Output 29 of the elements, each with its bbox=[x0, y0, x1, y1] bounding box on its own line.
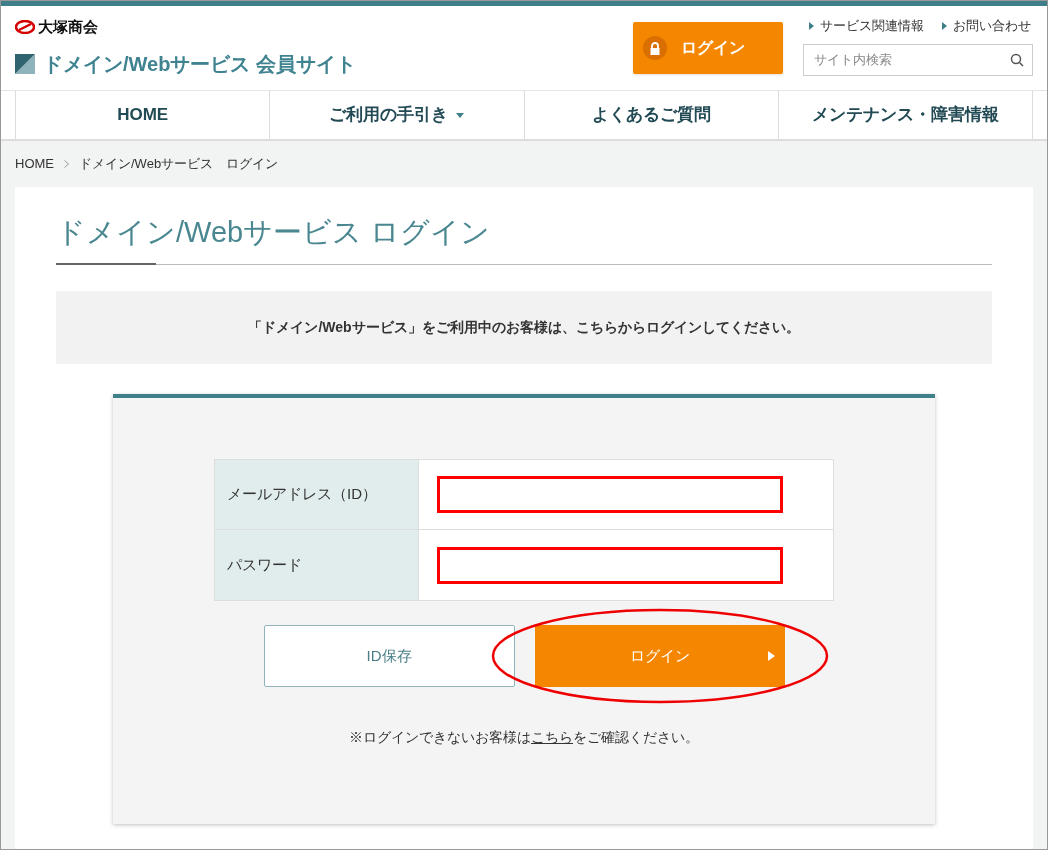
triangle-icon bbox=[942, 21, 947, 30]
search-icon[interactable] bbox=[1010, 52, 1024, 67]
field-label: メールアドレス（ID） bbox=[215, 460, 419, 529]
field-label: パスワード bbox=[215, 530, 419, 600]
play-icon bbox=[767, 651, 775, 661]
nav-item[interactable]: メンテナンス・障害情報 bbox=[777, 91, 1033, 139]
site-title: ドメイン/Webサービス 会員サイト bbox=[43, 51, 356, 77]
nav-item[interactable]: よくあるご質問 bbox=[523, 91, 778, 139]
help-note: ※ログインできないお客様は こちら をご確認ください。 bbox=[349, 728, 699, 747]
help-link[interactable]: こちら bbox=[531, 729, 573, 745]
input-field[interactable] bbox=[437, 546, 783, 584]
search-field[interactable]: サイト内検索 bbox=[803, 43, 1033, 76]
save-id-button[interactable]: ID保存 bbox=[263, 625, 515, 687]
nav-item[interactable]: HOME bbox=[15, 91, 270, 139]
breadcrumb-item[interactable]: HOME bbox=[15, 154, 54, 174]
triangle-icon bbox=[809, 21, 814, 30]
notice-text: 「ドメイン/Webサービス」をご利用中のお客様は、こちらからログインしてください。 bbox=[248, 318, 800, 337]
input-field[interactable] bbox=[437, 476, 783, 513]
site-logo-icon bbox=[15, 53, 35, 74]
company-logo-icon bbox=[15, 20, 35, 35]
header-link[interactable]: サービス関連情報 bbox=[809, 16, 924, 36]
lock-icon bbox=[643, 36, 667, 60]
nav-item[interactable]: ご利用の手引き bbox=[269, 91, 524, 139]
breadcrumb-item: ドメイン/Webサービス ログイン bbox=[79, 155, 279, 174]
company-name: 大塚商会 bbox=[38, 17, 98, 37]
caret-icon bbox=[456, 112, 465, 118]
header-link[interactable]: お問い合わせ bbox=[942, 16, 1031, 36]
chevron-icon bbox=[64, 160, 69, 168]
page-title: ドメイン/Webサービス ログイン bbox=[56, 215, 492, 250]
